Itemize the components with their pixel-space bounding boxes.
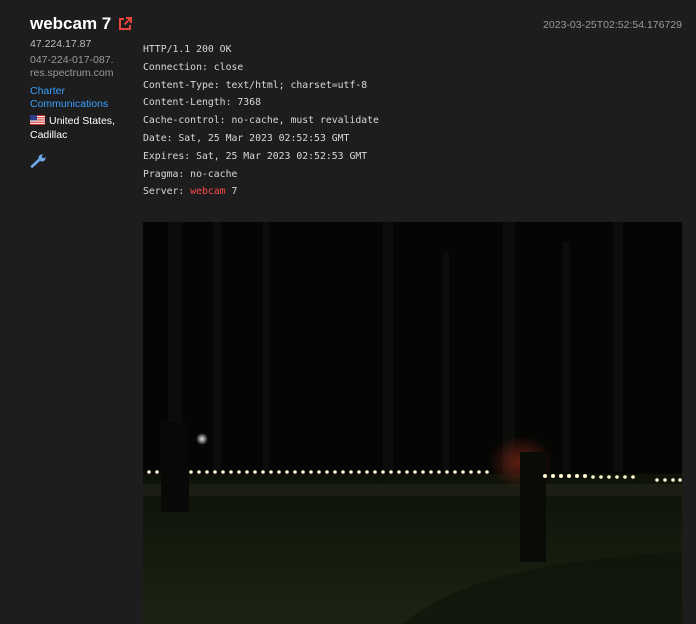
result-header: webcam 7 bbox=[30, 14, 133, 34]
result-timestamp: 2023-03-25T02:52:54.176729 bbox=[543, 19, 682, 31]
us-flag-icon bbox=[30, 115, 45, 129]
response-line: Date: Sat, 25 Mar 2023 02:52:53 GMT bbox=[143, 132, 350, 144]
result-card: webcam 7 2023-03-25T02:52:54.176729 47.2… bbox=[0, 0, 696, 624]
response-line: HTTP/1.1 200 OK bbox=[143, 44, 232, 55]
response-line: Cache-control: no-cache, must revalidate bbox=[143, 115, 379, 127]
http-response-banner: HTTP/1.1 200 OK Connection: close Content-… bbox=[143, 41, 379, 201]
server-highlight: webcam bbox=[190, 186, 226, 198]
wrench-icon[interactable] bbox=[30, 154, 48, 172]
server-prefix: Server: bbox=[143, 186, 191, 198]
organization-link[interactable]: Charter Communications bbox=[30, 85, 116, 111]
location: United States, Cadillac bbox=[30, 115, 116, 142]
host-info: 47.224.17.87 047-224-017-087.res.spectru… bbox=[30, 38, 116, 172]
response-line: Content-Type: text/html; charset=utf-8 bbox=[143, 79, 368, 91]
server-line: Server: webcam 7 bbox=[143, 183, 379, 201]
response-line: Expires: Sat, 25 Mar 2023 02:52:53 GMT bbox=[143, 150, 368, 162]
response-line: Pragma: no-cache bbox=[143, 168, 238, 180]
response-line: Content-Length: 7368 bbox=[143, 97, 261, 109]
response-line: Connection: close bbox=[143, 61, 244, 73]
ip-address: 47.224.17.87 bbox=[30, 38, 92, 50]
result-title[interactable]: webcam 7 bbox=[30, 14, 111, 34]
webcam-screenshot[interactable] bbox=[143, 222, 682, 624]
server-suffix: 7 bbox=[225, 186, 238, 198]
hostname: 047-224-017-087.res.spectrum.com bbox=[30, 54, 114, 79]
external-link-icon[interactable] bbox=[117, 16, 133, 32]
